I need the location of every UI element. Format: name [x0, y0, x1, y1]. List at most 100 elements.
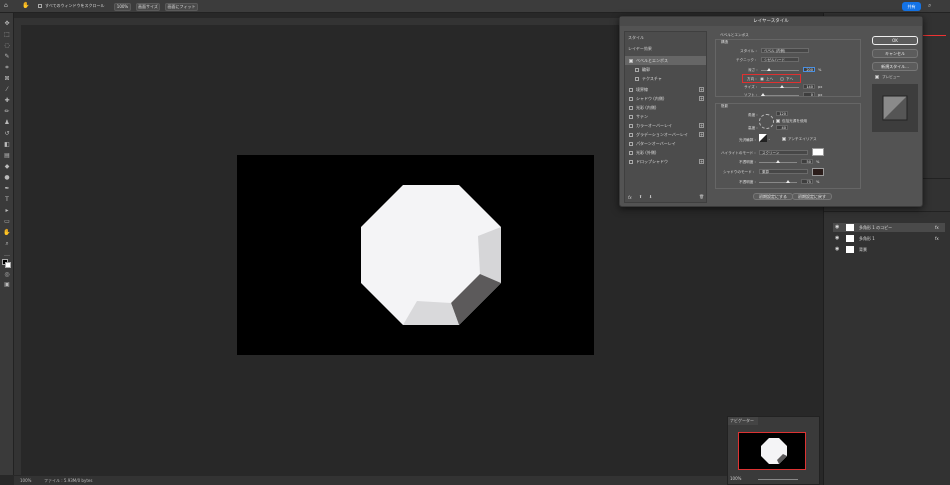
eraser-tool-icon[interactable]: ◧	[3, 142, 11, 148]
eye-icon[interactable]: ◉	[835, 234, 839, 243]
style-item-pattern-overlay[interactable]: パターンオーバーレイ	[625, 139, 706, 148]
checkbox[interactable]	[629, 123, 633, 128]
size-input[interactable]: 140	[803, 84, 815, 89]
healing-brush-icon[interactable]: ✚	[3, 98, 11, 104]
style-item-bevel[interactable]: ベベルとエンボス	[625, 56, 706, 65]
eye-icon[interactable]: ◉	[835, 245, 839, 254]
search-icon[interactable]: ⌕	[928, 2, 931, 10]
preview-checkbox[interactable]	[875, 75, 879, 79]
style-item-satin[interactable]: サテン	[625, 112, 706, 121]
fit-screen-button[interactable]: 画面サイズ	[136, 2, 160, 11]
make-default-button[interactable]: 初期設定にする	[753, 193, 793, 200]
dodge-tool-icon[interactable]: ●	[3, 175, 11, 181]
shadow-opacity-input[interactable]: 75	[801, 179, 813, 184]
layer-row[interactable]: ◉ 背景	[833, 245, 945, 254]
style-item-gradient-overlay[interactable]: グラデーションオーバーレイ +	[625, 130, 706, 139]
style-item-color-overlay[interactable]: カラーオーバーレイ +	[625, 121, 706, 130]
history-brush-icon[interactable]: ↺	[3, 131, 11, 137]
quick-select-icon[interactable]: ✎	[3, 54, 11, 60]
layer-row[interactable]: ◉ 多角形 1 fx	[833, 234, 945, 243]
layer-row[interactable]: ◉ 多角形 1 のコピー fx	[833, 223, 945, 232]
document-canvas[interactable]	[237, 155, 594, 355]
frame-tool-icon[interactable]: ⊠	[3, 76, 11, 82]
depth-slider-knob[interactable]	[767, 68, 771, 71]
blend-options-item[interactable]: レイヤー効果	[628, 46, 652, 52]
technique-dropdown[interactable]: シゼルハード	[761, 57, 799, 62]
checkbox[interactable]	[629, 96, 633, 101]
add-icon[interactable]: +	[699, 95, 704, 101]
move-up-icon[interactable]: ⬆	[639, 194, 642, 199]
checkbox[interactable]	[629, 150, 633, 155]
background-color-swatch[interactable]	[5, 262, 11, 268]
marquee-tool-icon[interactable]: ⬚	[3, 32, 11, 38]
styles-header[interactable]: スタイル	[628, 35, 644, 41]
stamp-tool-icon[interactable]: ♟	[3, 120, 11, 126]
checkbox[interactable]	[629, 105, 633, 110]
home-icon[interactable]: ⌂	[4, 2, 8, 9]
shadow-opacity-knob[interactable]	[786, 180, 790, 183]
checkbox[interactable]	[629, 87, 633, 92]
angle-dial[interactable]	[759, 114, 774, 129]
chevron-down-icon[interactable]: ⌄	[768, 137, 771, 141]
ok-button[interactable]: OK	[872, 36, 918, 45]
fx-badge[interactable]: fx	[935, 223, 939, 232]
lasso-tool-icon[interactable]: ◌	[3, 43, 11, 49]
highlight-opacity-input[interactable]: 50	[801, 159, 813, 164]
add-icon[interactable]: +	[699, 158, 704, 164]
crop-tool-icon[interactable]: ⌗	[3, 65, 11, 71]
highlight-color-swatch[interactable]	[812, 148, 824, 156]
screen-mode-icon[interactable]: ▣	[3, 282, 11, 288]
style-item-texture[interactable]: テクスチャ	[625, 74, 706, 83]
brush-tool-icon[interactable]: ✏	[3, 109, 11, 115]
add-icon[interactable]: +	[699, 122, 704, 128]
path-select-icon[interactable]: ▸	[3, 208, 11, 214]
shadow-color-swatch[interactable]	[812, 168, 824, 176]
move-down-icon[interactable]: ⬇	[649, 194, 652, 199]
checkbox[interactable]	[635, 76, 639, 81]
eye-icon[interactable]: ◉	[835, 223, 839, 232]
checkbox[interactable]	[629, 141, 633, 146]
checkbox[interactable]	[629, 132, 633, 137]
navigator-tab[interactable]: ナビゲーター	[728, 417, 758, 425]
fill-screen-button[interactable]: 画面にフィット	[165, 2, 198, 11]
share-button[interactable]: 共有	[902, 2, 921, 11]
altitude-input[interactable]: 40	[776, 125, 788, 130]
soften-input[interactable]: 0	[803, 92, 815, 97]
highlight-opacity-knob[interactable]	[776, 160, 780, 163]
quick-mask-icon[interactable]: ◎	[3, 272, 11, 278]
checkbox[interactable]	[629, 159, 633, 164]
checkbox[interactable]	[635, 67, 639, 72]
navigator-preview[interactable]	[738, 432, 806, 470]
direction-down-radio[interactable]	[780, 77, 784, 81]
eyedropper-icon[interactable]: ⁄	[3, 87, 11, 93]
angle-input[interactable]: 120	[776, 111, 788, 116]
shape-tool-icon[interactable]: ▭	[3, 219, 11, 225]
highlight-mode-dropdown[interactable]: スクリーン	[759, 150, 808, 155]
size-slider-knob[interactable]	[780, 85, 784, 88]
checkbox-checked[interactable]	[629, 58, 633, 63]
gloss-contour-preview[interactable]	[759, 134, 767, 142]
bevel-style-dropdown[interactable]: ベベル (内側)	[761, 48, 809, 53]
global-light-checkbox[interactable]	[776, 119, 780, 123]
depth-input[interactable]: 200	[803, 67, 815, 72]
reset-default-button[interactable]: 初期設定に戻す	[792, 193, 832, 200]
zoom-tool-icon[interactable]: ⌕	[3, 241, 11, 247]
blur-tool-icon[interactable]: ◆	[3, 164, 11, 170]
more-tools-icon[interactable]: …	[3, 252, 11, 258]
antialias-checkbox[interactable]	[782, 137, 786, 141]
style-item-outer-glow[interactable]: 光彩 (外側)	[625, 148, 706, 157]
fx-badge[interactable]: fx	[935, 234, 939, 243]
cancel-button[interactable]: キャンセル	[872, 49, 918, 58]
add-icon[interactable]: +	[699, 86, 704, 92]
zoom-100-button[interactable]: 100%	[114, 2, 131, 11]
trash-icon[interactable]: 🗑	[699, 194, 704, 199]
add-icon[interactable]: +	[699, 131, 704, 137]
checkbox[interactable]	[629, 114, 633, 119]
soften-slider[interactable]	[761, 95, 799, 96]
hand-tool-sidebar-icon[interactable]: ✋	[3, 230, 11, 236]
style-item-inner-glow[interactable]: 光彩 (内側)	[625, 103, 706, 112]
fx-menu-icon[interactable]: fx	[628, 195, 632, 200]
hand-tool-icon[interactable]: ✋	[22, 2, 29, 9]
pen-tool-icon[interactable]: ✒	[3, 186, 11, 192]
style-item-stroke[interactable]: 境界線 +	[625, 85, 706, 94]
